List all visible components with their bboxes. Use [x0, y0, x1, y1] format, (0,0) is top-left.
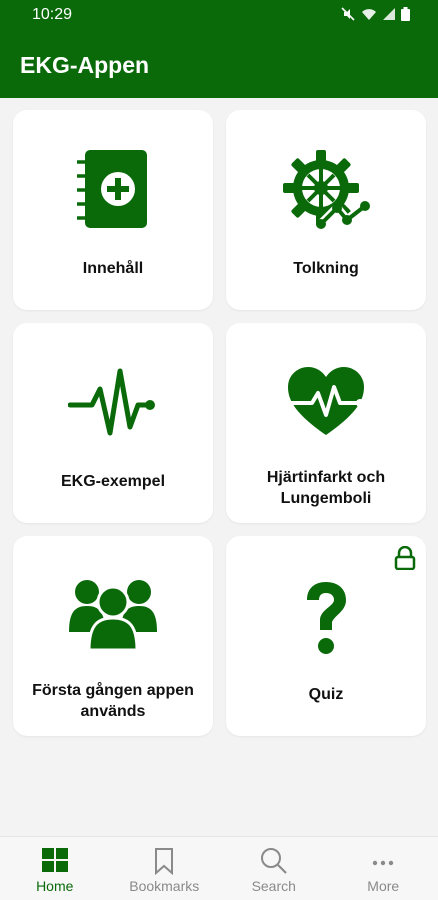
card-label: Innehåll [82, 260, 144, 277]
status-icons [341, 7, 410, 21]
nav-more[interactable]: More [329, 837, 438, 900]
card-forsta-gangen[interactable]: Första gången appen används [13, 536, 213, 736]
status-time: 10:29 [32, 6, 73, 23]
nav-search-label: Search [251, 878, 296, 894]
mute-icon [341, 7, 355, 21]
question-icon [299, 578, 353, 663]
bookmark-icon [153, 847, 175, 880]
nav-search[interactable]: Search [219, 837, 329, 900]
card-innehall[interactable]: Innehåll [13, 110, 213, 310]
card-quiz[interactable]: Quiz [226, 536, 426, 736]
heart-pulse-icon [286, 365, 366, 442]
more-icon [372, 853, 394, 871]
nav-home-label: Home [36, 878, 74, 894]
nav-bookmarks-label: Bookmarks [129, 878, 200, 894]
card-label: Quiz [308, 686, 344, 703]
nav-more-label: More [367, 878, 400, 894]
app-title: EKG-Appen [20, 52, 150, 78]
nav-home[interactable]: Home [0, 837, 110, 900]
card-hjartinfarkt[interactable]: Hjärtinfarkt och Lungemboli [226, 323, 426, 523]
card-tolkning[interactable]: Tolkning [226, 110, 426, 310]
card-label: Hjärtinfarkt och Lungemboli [266, 469, 386, 507]
ecg-wave-icon [67, 363, 158, 448]
nav-bookmarks[interactable]: Bookmarks [110, 837, 220, 900]
grid-icon [41, 847, 69, 878]
status-bar: 10:29 [0, 0, 438, 32]
app-bar: EKG-Appen [0, 32, 438, 98]
card-label: Tolkning [293, 260, 359, 277]
search-icon [260, 847, 288, 880]
card-label: Första gången appen används [32, 682, 194, 720]
bottom-nav: Home Bookmarks Search More [0, 836, 438, 900]
card-label: EKG-exempel [60, 473, 166, 490]
gear-chart-icon [281, 148, 371, 243]
wifi-icon [361, 7, 377, 21]
battery-icon [401, 7, 410, 21]
users-icon [67, 574, 159, 657]
signal-icon [383, 7, 395, 21]
lock-icon [394, 545, 416, 575]
card-ekg-exempel[interactable]: EKG-exempel [13, 323, 213, 523]
book-plus-icon [73, 148, 153, 235]
